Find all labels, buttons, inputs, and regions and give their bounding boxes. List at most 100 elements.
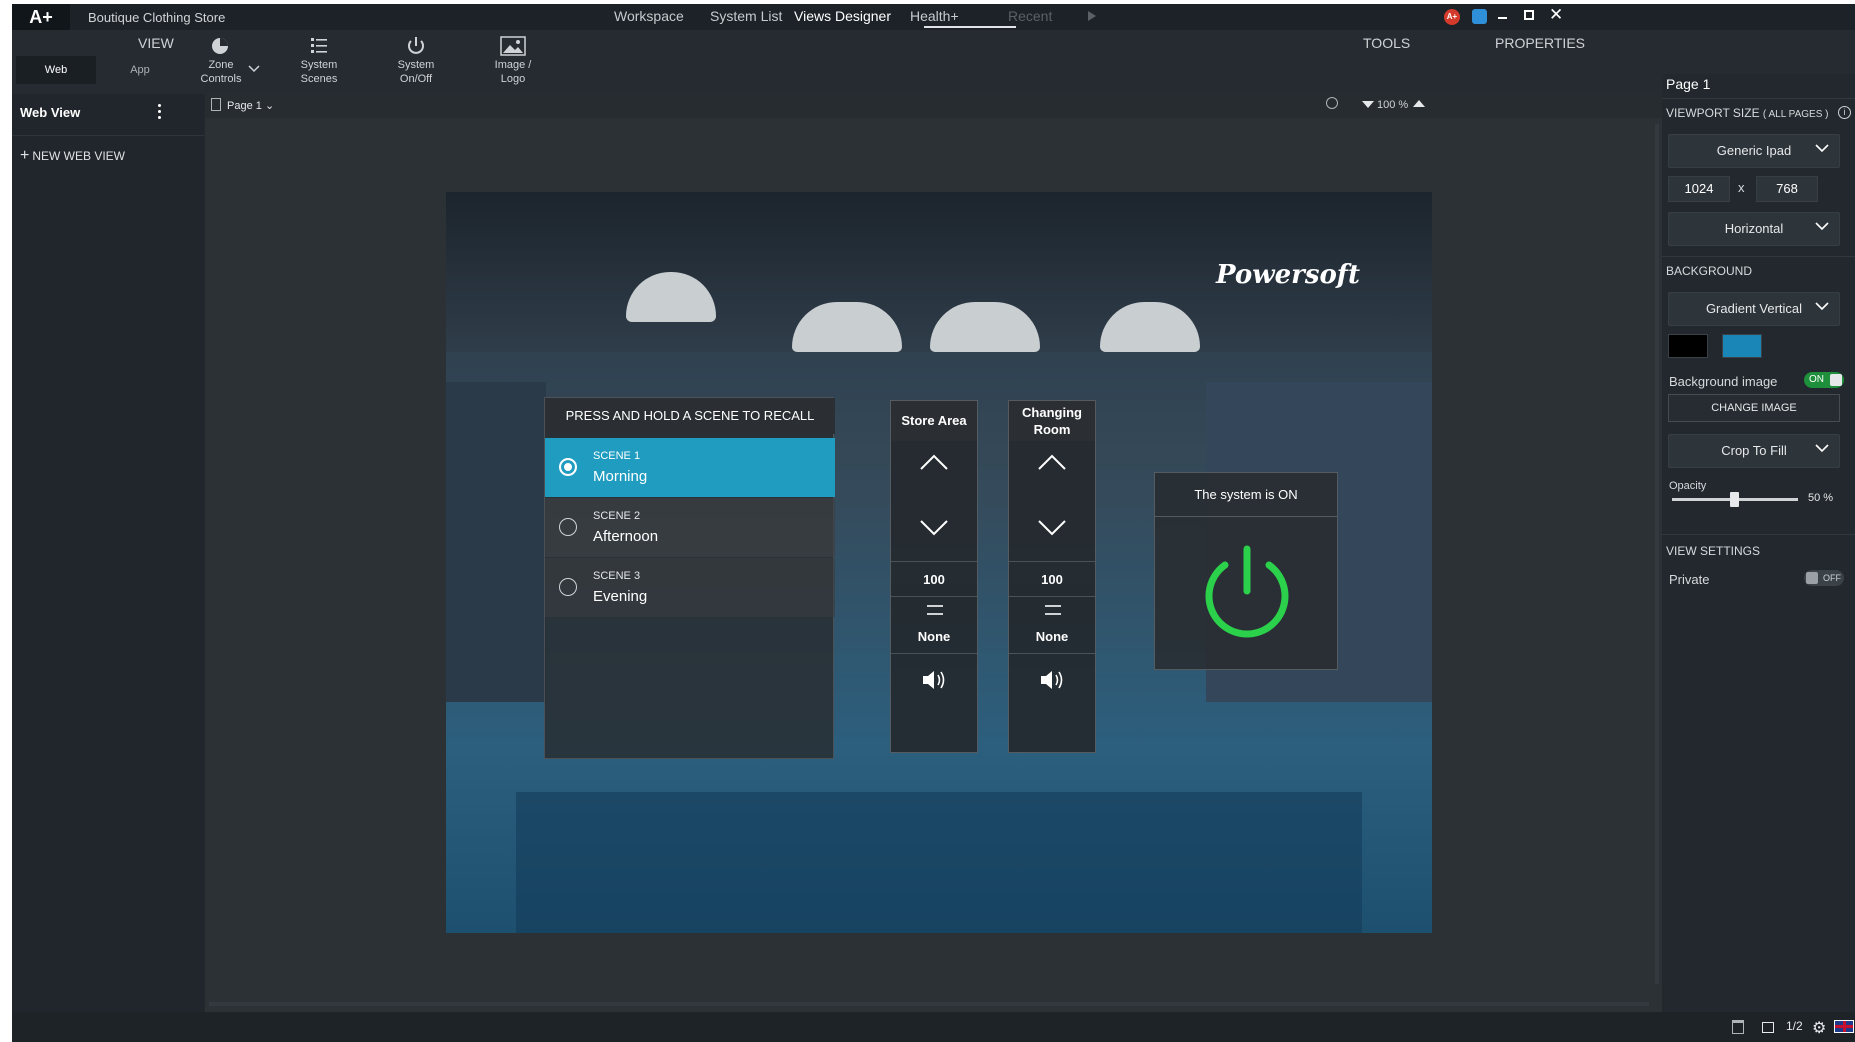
language-flag-icon[interactable] [1834,1020,1854,1033]
nav-recent[interactable]: Recent [1008,8,1052,24]
nav-system-list[interactable]: System List [710,8,782,24]
view-settings-label: VIEW SETTINGS [1666,544,1761,558]
image-logo-label: Image / Logo [494,59,532,85]
toggle-state: ON [1809,374,1824,385]
zone-controls-label: Zone Controls [200,59,242,85]
tool-icon[interactable] [1472,9,1487,24]
user-badge-icon[interactable]: A+ [1444,9,1460,25]
radio-icon [559,518,577,536]
power-status: The system is ON [1155,473,1337,517]
new-web-view-button[interactable]: + NEW WEB VIEW [20,147,125,165]
nav-health[interactable]: Health+ [910,8,959,24]
power-panel: The system is ON [1154,472,1338,670]
volume-down-button[interactable] [919,519,949,542]
scene-button-2[interactable]: SCENE 2 Afternoon [545,498,835,557]
nav-views-designer[interactable]: Views Designer [794,8,891,24]
plus-icon: + [20,147,30,164]
gear-icon[interactable]: ⚙ [1812,1018,1826,1038]
tab-web[interactable]: Web [16,56,96,84]
zone-controls-chevron-icon[interactable] [248,60,260,78]
minimize-icon[interactable] [1498,17,1507,19]
tools-tab[interactable]: TOOLS [1363,35,1410,51]
divider [1662,98,1855,99]
viewport-width-input[interactable]: 1024 [1668,176,1730,202]
horizontal-scrollbar[interactable] [209,1002,1649,1006]
radio-selected-icon [559,458,577,476]
image-fit-value: Crop To Fill [1721,443,1787,458]
page-select[interactable]: Page 1 ⌄ [227,99,274,112]
divider [1662,256,1855,257]
change-image-button[interactable]: CHANGE IMAGE [1668,394,1840,422]
properties-tab[interactable]: PROPERTIES [1495,35,1585,51]
source-icon [1045,605,1061,615]
gradient-color-2-swatch[interactable] [1722,334,1762,358]
power-icon [408,37,424,54]
page-title: Page 1 [1666,76,1711,92]
background-image-toggle[interactable]: ON [1804,372,1844,388]
zone-fader-changing-room: Changing Room 100 None [1008,400,1096,753]
chevron-down-icon [1815,222,1829,231]
chevron-down-icon [1815,444,1829,453]
zone-name: Store Area [891,401,977,441]
source-select[interactable]: None [1009,629,1095,651]
page-count: 1/2 [1786,1019,1803,1033]
power-button-icon[interactable] [1201,545,1293,644]
app-window: A+ Boutique Clothing Store Workspace Sys… [12,4,1855,1042]
play-icon[interactable] [1088,11,1096,21]
orientation-select[interactable]: Horizontal [1668,212,1840,246]
zoom-out-icon[interactable] [1362,101,1374,108]
web-view-title: Web View [20,105,81,120]
scene-button-1[interactable]: SCENE 1 Morning [545,438,835,497]
volume-up-button[interactable] [1037,453,1067,476]
system-onoff-button[interactable]: System On/Off [371,36,461,86]
device-select[interactable]: Generic Ipad [1668,134,1840,168]
mute-speaker-icon[interactable] [1039,669,1065,696]
background-type-select[interactable]: Gradient Vertical [1668,292,1840,326]
info-icon[interactable]: i [1838,106,1851,119]
volume-down-button[interactable] [1037,519,1067,542]
properties-panel: Page 1 VIEWPORT SIZE ( ALL PAGES ) i Gen… [1662,74,1855,1012]
private-toggle[interactable]: OFF [1804,570,1844,586]
page-select-value: Page 1 [227,100,262,112]
system-onoff-label: System On/Off [397,59,435,85]
status-bar: 1/2 ⚙ [12,1012,1855,1042]
vertical-scrollbar[interactable] [1655,124,1659,984]
volume-up-button[interactable] [919,453,949,476]
app-logo: A+ [12,4,70,30]
radio-icon [559,578,577,596]
divider [1662,534,1855,535]
zone-name: Changing Room [1009,401,1095,441]
scene-button-3[interactable]: SCENE 3 Evening [545,558,835,617]
image-fit-select[interactable]: Crop To Fill [1668,434,1840,468]
scene-label: SCENE 2 [593,510,641,522]
system-scenes-button[interactable]: System Scenes [274,36,364,86]
viewport-height-input[interactable]: 768 [1756,176,1818,202]
opacity-label: Opacity [1669,480,1707,492]
scene-name: Morning [593,468,648,485]
mute-speaker-icon[interactable] [921,669,947,696]
zoom-search-icon[interactable] [1326,97,1338,109]
private-label: Private [1669,572,1710,587]
display-table [516,792,1362,933]
tab-app[interactable]: App [100,56,180,84]
zoom-in-icon[interactable] [1413,100,1425,107]
trash-icon[interactable] [1732,1020,1744,1034]
pie-chart-icon [212,38,228,54]
close-icon[interactable]: ✕ [1549,5,1563,25]
source-select[interactable]: None [891,629,977,651]
lock-icon[interactable] [1762,1022,1774,1033]
list-icon [311,38,327,53]
volume-level: 100 [1009,561,1095,597]
title-bar: A+ Boutique Clothing Store Workspace Sys… [12,4,1855,30]
image-logo-button[interactable]: Image / Logo [468,36,558,86]
scenes-panel: PRESS AND HOLD A SCENE TO RECALL SCENE 1… [544,397,835,759]
chevron-down-icon [1815,302,1829,311]
restore-icon[interactable] [1524,10,1534,20]
nav-workspace[interactable]: Workspace [614,8,684,24]
gradient-color-1-swatch[interactable] [1668,334,1708,358]
more-options-icon[interactable] [158,104,162,119]
toggle-state: OFF [1823,573,1841,583]
opacity-slider-handle[interactable] [1730,492,1739,507]
background-image-label: Background image [1669,374,1778,389]
left-panel: Web View + NEW WEB VIEW [12,94,204,1012]
